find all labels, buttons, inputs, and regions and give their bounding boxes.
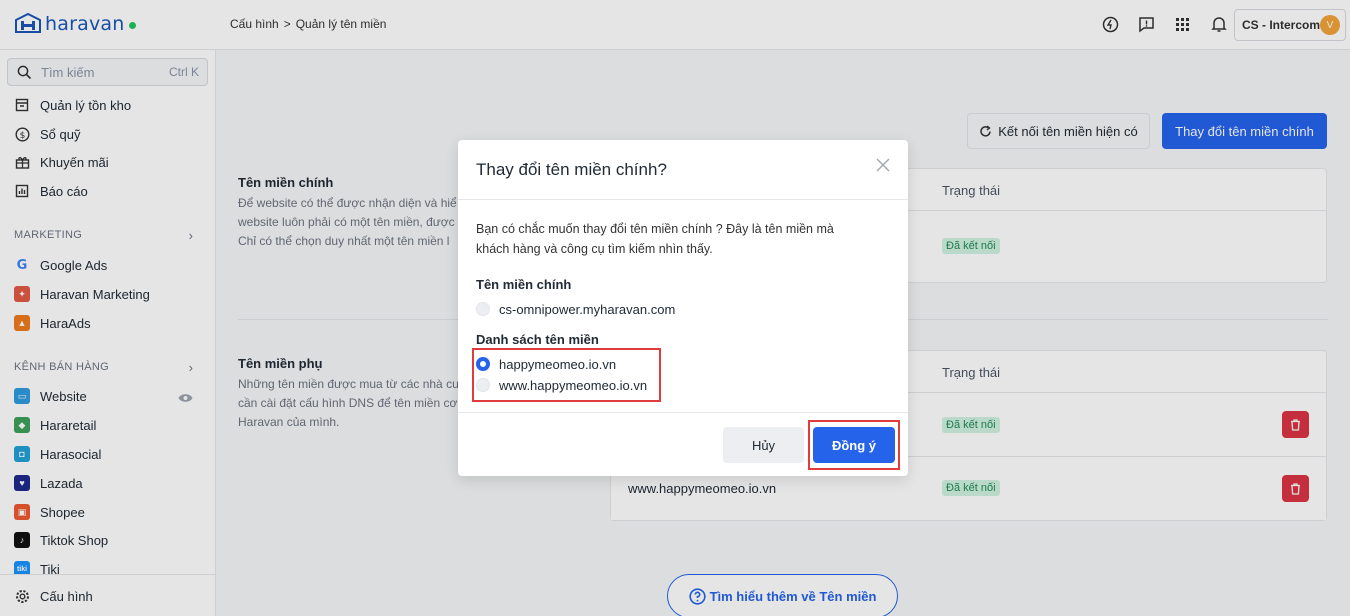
highlight-domain-options [472, 348, 661, 402]
radio-disabled [476, 302, 490, 316]
primary-domain-label: Tên miền chính [476, 277, 572, 292]
highlight-confirm-button [808, 420, 900, 470]
domain-list-label: Danh sách tên miền [476, 332, 599, 347]
primary-domain-option: cs-omnipower.myharavan.com [476, 300, 675, 318]
close-icon[interactable] [875, 157, 891, 173]
cancel-button[interactable]: Hủy [723, 427, 804, 463]
dialog-title: Thay đổi tên miền chính? [476, 160, 667, 179]
option-label: cs-omnipower.myharavan.com [499, 301, 676, 317]
dialog-header: Thay đổi tên miền chính? [458, 140, 908, 200]
dialog-description: Bạn có chắc muốn thay đổi tên miền chính… [476, 222, 834, 256]
